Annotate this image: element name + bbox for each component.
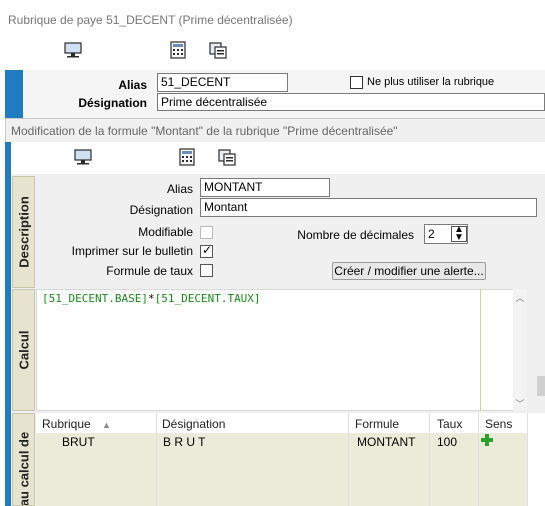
copy-windows-icon[interactable] [216, 147, 238, 167]
designation-label: Désignation [129, 203, 193, 217]
formula-editor[interactable] [36, 289, 516, 411]
outer-alias-label: Alias [118, 78, 147, 92]
decimals-label: Nombre de décimales [297, 228, 414, 242]
scroll-up-icon[interactable]: ︿ [513, 291, 527, 303]
monitor-icon[interactable] [72, 147, 94, 167]
dialog-title: Modification de la formule "Montant" de … [11, 124, 398, 138]
col-header-taux[interactable]: Taux [437, 415, 462, 433]
column-separator [348, 413, 349, 506]
alias-field[interactable]: MONTANT [200, 178, 330, 197]
tab-bottom[interactable]: au calcul de [12, 413, 35, 506]
decimals-spinner[interactable]: 2 ▲ ▼ [424, 224, 468, 244]
alias-label: Alias [166, 182, 193, 196]
rate-formula-label: Formule de taux [106, 264, 193, 278]
formula-text: [51_DECENT.BASE]*[51_DECENT.TAUX] [42, 292, 261, 305]
column-separator [527, 413, 528, 506]
print-label: Imprimer sur le bulletin [71, 244, 193, 258]
window-title: Rubrique de paye 51_DECENT (Prime décent… [8, 13, 293, 27]
tab-calcul-label: Calcul [16, 330, 31, 370]
grid-cell-bg [36, 433, 156, 506]
tab-calcul[interactable]: Calcul [12, 289, 35, 411]
editor-margin-line [480, 289, 481, 411]
plus-icon[interactable] [480, 433, 494, 450]
column-separator [156, 413, 157, 506]
col-header-sens[interactable]: Sens [485, 415, 512, 433]
calculator-icon[interactable] [176, 147, 198, 167]
rate-formula-checkbox[interactable] [200, 264, 213, 277]
outer-accent-bar [5, 70, 23, 118]
copy-windows-icon[interactable] [207, 40, 229, 60]
formula-operator: * [147, 292, 155, 305]
outer-designation-label: Désignation [78, 96, 147, 110]
col-header-formule[interactable]: Formule [355, 415, 399, 433]
dialog-accent-bar [5, 142, 11, 506]
formula-part-rate: [51_DECENT.TAUX] [154, 292, 261, 305]
designation-field[interactable]: Montant [200, 198, 537, 217]
row-designation[interactable]: B R U T [163, 435, 205, 449]
calculator-icon[interactable] [167, 40, 189, 60]
spinner-arrows-icon[interactable]: ▲ ▼ [451, 225, 467, 243]
print-checkbox[interactable] [200, 243, 213, 258]
side-handle[interactable] [537, 376, 545, 396]
col-header-designation[interactable]: Désignation [162, 415, 225, 433]
row-taux[interactable]: 100 [437, 435, 457, 449]
scroll-down-icon[interactable]: ﹀ [513, 397, 527, 409]
no-longer-use-checkbox[interactable] [350, 76, 363, 89]
modifiable-checkbox[interactable] [200, 226, 213, 239]
outer-alias-field[interactable]: 51_DECENT [157, 73, 288, 92]
monitor-icon[interactable] [62, 40, 84, 60]
col-header-rubrique[interactable]: Rubrique ▲ [42, 415, 111, 433]
decimals-value: 2 [428, 227, 435, 241]
sort-asc-icon[interactable]: ▲ [102, 420, 111, 430]
column-separator [478, 413, 479, 506]
outer-designation-field[interactable]: Prime décentralisée [157, 93, 545, 111]
tab-description[interactable]: Description [12, 176, 35, 288]
row-formule[interactable]: MONTANT [357, 435, 415, 449]
formula-part-base: [51_DECENT.BASE] [42, 292, 148, 305]
no-longer-use-label: Ne plus utiliser la rubrique [367, 76, 495, 88]
formula-scrollbar[interactable]: ︿ ﹀ [513, 289, 527, 411]
tab-bottom-label: au calcul de [16, 431, 31, 506]
modifiable-label: Modifiable [138, 225, 193, 239]
row-rubrique[interactable]: BRUT [62, 435, 95, 449]
col-header-rubrique-label: Rubrique [42, 417, 91, 431]
alert-button[interactable]: Créer / modifier une alerte... [332, 262, 486, 280]
tab-description-label: Description [16, 196, 31, 268]
column-separator [429, 413, 430, 506]
